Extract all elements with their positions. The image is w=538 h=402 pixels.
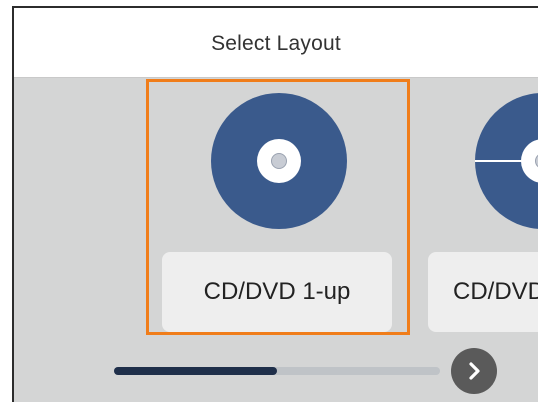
layout-option-label[interactable]: CD/DVD 1-up (162, 252, 392, 332)
disc-icon (211, 93, 347, 229)
header-bar: Select Layout (14, 8, 538, 78)
screen-border-top (12, 6, 538, 8)
screen-border-left (12, 7, 14, 402)
layout-screen: Select Layout CD/DVD 1-up CD/DVD (0, 0, 538, 402)
disc-hub (257, 139, 301, 183)
scroll-progress-fill (114, 367, 277, 375)
disc-hole (271, 153, 287, 169)
next-page-button[interactable] (451, 348, 497, 394)
page-title: Select Layout (211, 32, 341, 55)
chevron-right-icon (469, 362, 480, 380)
layout-option-label[interactable]: CD/DVD (428, 252, 538, 332)
disc-hub (521, 139, 538, 183)
scroll-progress-bar (114, 367, 440, 375)
